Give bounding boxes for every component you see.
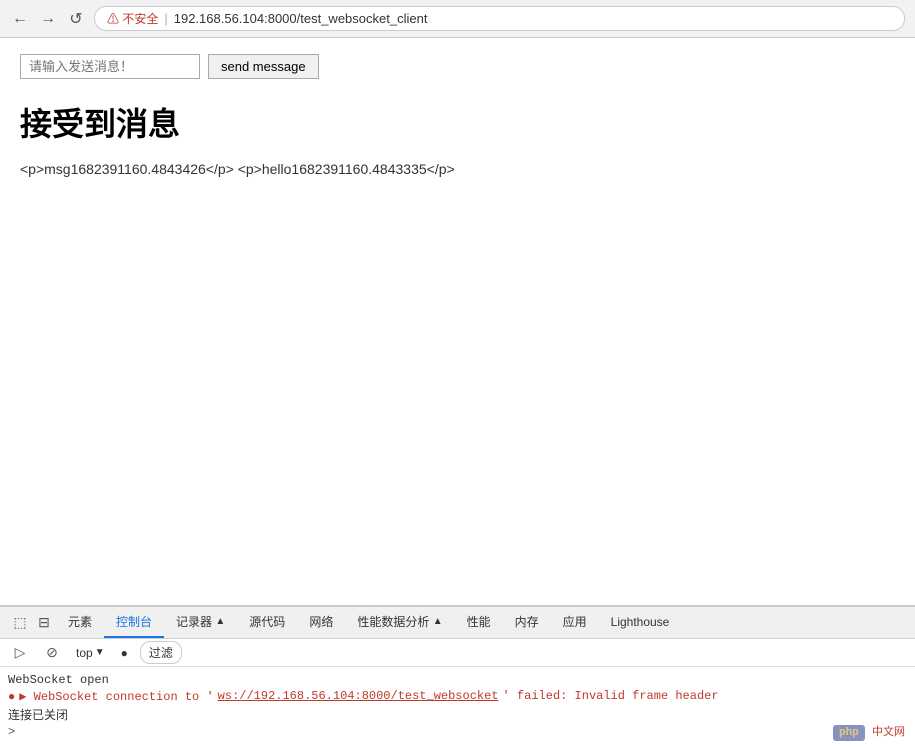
message-content: <p>msg1682391160.4843426</p> <p>hello168… (20, 161, 895, 177)
forward-button[interactable]: → (38, 9, 58, 29)
tab-application[interactable]: 应用 (551, 607, 599, 638)
tab-memory[interactable]: 内存 (503, 607, 551, 638)
send-button[interactable]: send message (208, 54, 319, 79)
page-content: send message 接受到消息 <p>msg1682391160.4843… (0, 38, 915, 578)
address-bar[interactable]: ⚠ 不安全 | 192.168.56.104:8000/test_websock… (94, 6, 905, 31)
tab-network[interactable]: 网络 (297, 607, 345, 638)
tab-performance[interactable]: 性能 (455, 607, 503, 638)
console-content: WebSocket open ● ▶ WebSocket connection … (0, 667, 915, 747)
device-toolbar-icon[interactable]: ⊟ (32, 611, 56, 635)
tab-performance-data[interactable]: 性能数据分析 ▲ (345, 607, 454, 638)
back-button[interactable]: ← (10, 9, 30, 29)
tab-recorder[interactable]: 记录器 ▲ (164, 607, 237, 638)
php-site-label: 中文网 (872, 727, 905, 739)
stop-messages-icon[interactable]: ⊘ (40, 641, 64, 665)
console-prompt[interactable]: > (8, 725, 907, 739)
tab-lighthouse[interactable]: Lighthouse (599, 607, 682, 638)
message-input[interactable] (20, 54, 200, 79)
address-divider: | (164, 11, 167, 26)
console-line-error: ● ▶ WebSocket connection to ' ws://192.16… (8, 689, 907, 704)
url-text: 192.168.56.104:8000/test_websocket_clien… (174, 11, 428, 26)
filter-label: 过滤 (140, 641, 182, 664)
error-link[interactable]: ws://192.168.56.104:8000/test_websocket (218, 689, 499, 703)
input-row: send message (20, 54, 895, 79)
inspect-element-icon[interactable]: ⬚ (8, 611, 32, 635)
browser-chrome: ← → ↺ ⚠ 不安全 | 192.168.56.104:8000/test_w… (0, 0, 915, 38)
php-badge-label: php (833, 725, 865, 741)
top-context-selector[interactable]: top ▼ (72, 644, 109, 662)
tab-sources[interactable]: 源代码 (237, 607, 297, 638)
clear-console-icon[interactable]: ▷ (8, 641, 32, 665)
error-prefix: ▶ WebSocket connection to ' (19, 689, 213, 704)
console-line-websocket-open: WebSocket open (8, 671, 907, 689)
tab-console[interactable]: 控制台 (104, 607, 164, 638)
received-heading: 接受到消息 (20, 99, 895, 145)
console-line-closed: 连接已关闭 (8, 704, 907, 725)
devtools-tabs: ⬚ ⊟ 元素 控制台 记录器 ▲ 源代码 网络 性能数据分析 ▲ 性能 内存 应… (0, 607, 915, 639)
insecure-badge: ⚠ 不安全 (107, 10, 158, 27)
php-badge: php 中文网 (833, 723, 905, 739)
error-suffix: ' failed: Invalid frame header (503, 689, 719, 703)
refresh-button[interactable]: ↺ (66, 9, 86, 29)
devtools-panel: ⬚ ⊟ 元素 控制台 记录器 ▲ 源代码 网络 性能数据分析 ▲ 性能 内存 应… (0, 605, 915, 747)
error-icon: ● (8, 690, 15, 704)
tab-elements[interactable]: 元素 (56, 607, 104, 638)
devtools-toolbar: ▷ ⊘ top ▼ ● 过滤 (0, 639, 915, 667)
eye-filter-button[interactable]: ● (117, 644, 132, 662)
